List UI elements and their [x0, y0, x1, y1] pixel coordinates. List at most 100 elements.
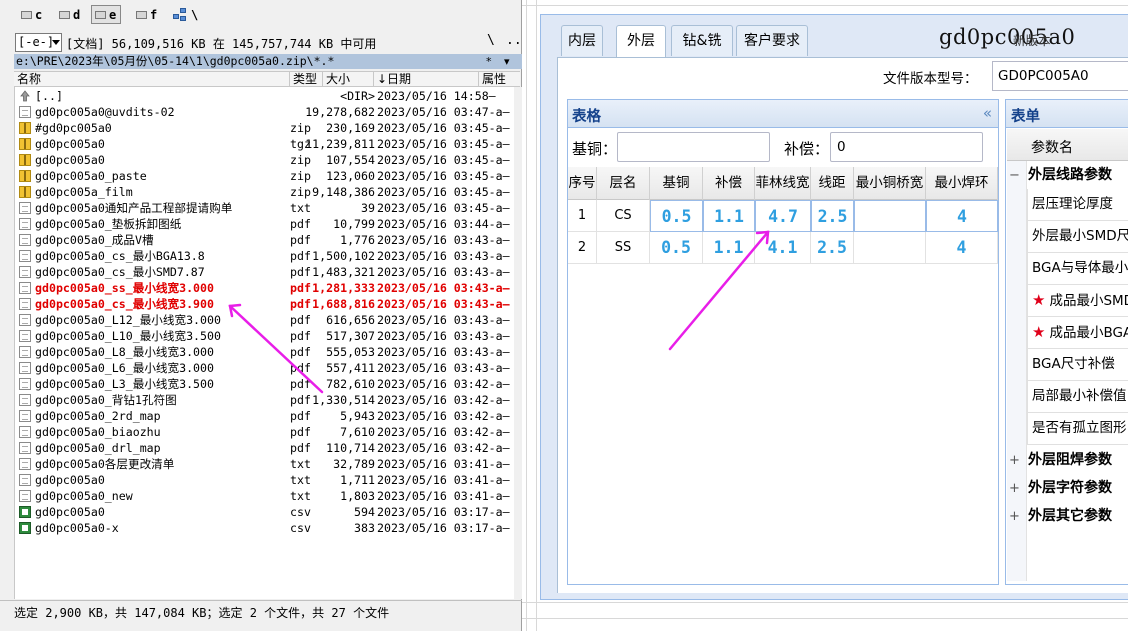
- path-history-button[interactable]: ▾: [504, 54, 510, 69]
- grid-column-header[interactable]: 补偿: [703, 167, 755, 200]
- grid-cell-bridge[interactable]: [854, 232, 926, 264]
- property-group[interactable]: + 外层字符参数: [1009, 475, 1112, 501]
- version-field[interactable]: GD0PC005A0: [992, 61, 1128, 91]
- tab-0[interactable]: 内层: [561, 25, 603, 56]
- grid-cell-film[interactable]: 4.7: [755, 200, 811, 232]
- col-name[interactable]: 名称: [14, 72, 290, 87]
- tab-3[interactable]: 客户要求: [736, 25, 808, 56]
- file-row[interactable]: gd0pc005a0_ss_最小线宽3.000 pdf 1,281,333 2023/…: [15, 280, 521, 296]
- file-row[interactable]: gd0pc005a0 csv 594 2023/05/16 03:17-a—: [15, 504, 521, 520]
- grid-cell-space[interactable]: 2.5: [811, 200, 854, 232]
- file-row[interactable]: gd0pc005a0_new txt 1,803 2023/05/16 03:41-a…: [15, 488, 521, 504]
- parent-button[interactable]: ..: [506, 33, 522, 48]
- grid-cell-layer[interactable]: CS: [597, 200, 650, 232]
- grid-cell-comp[interactable]: 1.1: [703, 232, 755, 264]
- grid-column-header[interactable]: 最小铜桥宽: [854, 167, 926, 200]
- grid-row[interactable]: 1 CS 0.5 1.1 4.7 2.5 4: [568, 200, 998, 232]
- file-row[interactable]: gd0pc005a0 zip 107,554 2023/05/16 03:45-a—: [15, 152, 521, 168]
- property-item[interactable]: ★ 成品最小BGA: [1027, 317, 1128, 349]
- new-version-button[interactable]: 新版本: [1013, 30, 1051, 49]
- file-list-scrollbar[interactable]: [514, 87, 522, 599]
- col-type[interactable]: 类型: [290, 72, 323, 87]
- file-row[interactable]: gd0pc005a_film zip 9,148,386 2023/05/16 03:…: [15, 184, 521, 200]
- grid-cell-base[interactable]: 0.5: [650, 232, 703, 264]
- grid-column-header[interactable]: 菲林线宽: [755, 167, 811, 200]
- property-item[interactable]: BGA尺寸补偿: [1027, 349, 1128, 381]
- col-attr[interactable]: 属性: [479, 72, 520, 87]
- col-date[interactable]: ↓日期: [374, 72, 479, 87]
- file-size: 5,943: [340, 409, 375, 423]
- grid-column-header[interactable]: 最小焊环: [926, 167, 998, 200]
- grid-row[interactable]: 2 SS 0.5 1.1 4.1 2.5 4: [568, 232, 998, 264]
- file-row[interactable]: gd0pc005a0_biaozhu pdf 7,610 2023/05/16 03:…: [15, 424, 521, 440]
- property-item[interactable]: BGA与导体最小间距: [1027, 253, 1128, 285]
- file-row[interactable]: gd0pc005a0_L3_最小线宽3.500 pdf 782,610 2023/05…: [15, 376, 521, 392]
- file-row[interactable]: gd0pc005a0_背钻1孔符图 pdf 1,330,514 2023/05/16 …: [15, 392, 521, 408]
- tab-1[interactable]: 外层: [616, 25, 666, 57]
- file-row[interactable]: gd0pc005a0各层更改清单 txt 32,789 2023/05/16 03:4…: [15, 456, 521, 472]
- expand-icon[interactable]: +: [1009, 504, 1020, 530]
- grid-column-header[interactable]: 层名: [597, 167, 650, 200]
- drive-button-c[interactable]: c: [18, 5, 46, 24]
- property-group[interactable]: + 外层阻焊参数: [1009, 447, 1112, 473]
- grid-column-header[interactable]: 序号: [568, 167, 597, 200]
- file-name: [..]: [35, 89, 63, 103]
- property-item[interactable]: ★ 成品最小SMD: [1027, 285, 1128, 317]
- grid-cell-idx[interactable]: 2: [568, 232, 597, 264]
- grid-cell-layer[interactable]: SS: [597, 232, 650, 264]
- file-row[interactable]: gd0pc005a0_L6_最小线宽3.000 pdf 557,411 2023/05…: [15, 360, 521, 376]
- grid-column-header[interactable]: 线距: [811, 167, 854, 200]
- file-size: 782,610: [326, 377, 375, 391]
- file-name: gd0pc005a0: [35, 473, 105, 487]
- compensation-input[interactable]: 0: [830, 132, 983, 162]
- grid-cell-comp[interactable]: 1.1: [703, 200, 755, 232]
- collapse-icon[interactable]: «: [983, 104, 992, 122]
- path-bar[interactable]: e:\PRE\2023年\05月份\05-14\1\gd0pc005a0.zip…: [14, 54, 522, 69]
- drive-button-network[interactable]: \: [170, 5, 202, 24]
- tab-2[interactable]: 钻&铣: [671, 25, 733, 56]
- grid-cell-ring[interactable]: 4: [926, 200, 998, 232]
- file-row[interactable]: gd0pc005a0@uvdits-02 19,278,682 2023/05/16…: [15, 104, 521, 120]
- grid-cell-base[interactable]: 0.5: [650, 200, 703, 232]
- root-button[interactable]: \: [487, 33, 495, 48]
- grid-cell-film[interactable]: 4.1: [755, 232, 811, 264]
- property-group[interactable]: + 外层其它参数: [1009, 503, 1112, 529]
- file-row[interactable]: gd0pc005a0_垫板拆卸图纸 pdf 10,799 2023/05/16 03:…: [15, 216, 521, 232]
- expand-icon[interactable]: +: [1009, 476, 1020, 502]
- file-row[interactable]: gd0pc005a0_drl_map pdf 110,714 2023/05/16 0…: [15, 440, 521, 456]
- property-item[interactable]: 外层最小SMD尺寸: [1027, 221, 1128, 253]
- path-filter-button[interactable]: *: [486, 54, 492, 69]
- drive-button-d[interactable]: d: [56, 5, 84, 24]
- file-row[interactable]: gd0pc005a0_L10_最小线宽3.500 pdf 517,307 2023/0…: [15, 328, 521, 344]
- base-copper-input[interactable]: [617, 132, 770, 162]
- col-size[interactable]: 大小: [323, 72, 374, 87]
- property-item[interactable]: 局部最小补偿值: [1027, 381, 1128, 413]
- drive-button-e[interactable]: e: [91, 5, 122, 24]
- file-row[interactable]: gd0pc005a0 txt 1,711 2023/05/16 03:41-a—: [15, 472, 521, 488]
- file-row[interactable]: gd0pc005a0_cs_最小线宽3.900 pdf 1,688,816 2023/…: [15, 296, 521, 312]
- file-row[interactable]: gd0pc005a0_2rd_map pdf 5,943 2023/05/16 03:…: [15, 408, 521, 424]
- grid-column-header[interactable]: 基铜: [650, 167, 703, 200]
- file-row[interactable]: gd0pc005a0通知产品工程部提请购单 txt 39 2023/05/16 03:…: [15, 200, 521, 216]
- grid-cell-idx[interactable]: 1: [568, 200, 597, 232]
- expand-icon[interactable]: +: [1009, 448, 1020, 474]
- file-row[interactable]: gd0pc005a0 tgz 11,239,811 2023/05/16 03:45-…: [15, 136, 521, 152]
- file-row[interactable]: [..] <DIR> 2023/05/16 14:58—: [15, 88, 521, 104]
- file-row[interactable]: gd0pc005a0_cs_最小BGA13.8 pdf 1,500,102 2023/…: [15, 248, 521, 264]
- file-row[interactable]: #gd0pc005a0 zip 230,169 2023/05/16 03:45-a—: [15, 120, 521, 136]
- collapse-icon[interactable]: −: [1009, 163, 1020, 189]
- file-row[interactable]: gd0pc005a0_cs_最小SMD7.87 pdf 1,483,321 2023/…: [15, 264, 521, 280]
- drive-button-f[interactable]: f: [133, 5, 161, 24]
- grid-cell-ring[interactable]: 4: [926, 232, 998, 264]
- grid-cell-space[interactable]: 2.5: [811, 232, 854, 264]
- property-item[interactable]: 是否有孤立图形: [1027, 413, 1128, 445]
- grid-cell-bridge[interactable]: [854, 200, 926, 232]
- file-row[interactable]: gd0pc005a0_L12_最小线宽3.000 pdf 616,656 2023/0…: [15, 312, 521, 328]
- file-row[interactable]: gd0pc005a0_paste zip 123,060 2023/05/16 03:…: [15, 168, 521, 184]
- volume-selector[interactable]: [-e-]: [15, 33, 62, 52]
- file-row[interactable]: gd0pc005a0_成品V槽 pdf 1,776 2023/05/16 03:43-…: [15, 232, 521, 248]
- file-row[interactable]: gd0pc005a0-x csv 383 2023/05/16 03:17-a—: [15, 520, 521, 536]
- property-group[interactable]: − 外层线路参数: [1009, 162, 1112, 188]
- file-row[interactable]: gd0pc005a0_L8_最小线宽3.000 pdf 555,053 2023/05…: [15, 344, 521, 360]
- property-item[interactable]: 层压理论厚度: [1027, 189, 1128, 221]
